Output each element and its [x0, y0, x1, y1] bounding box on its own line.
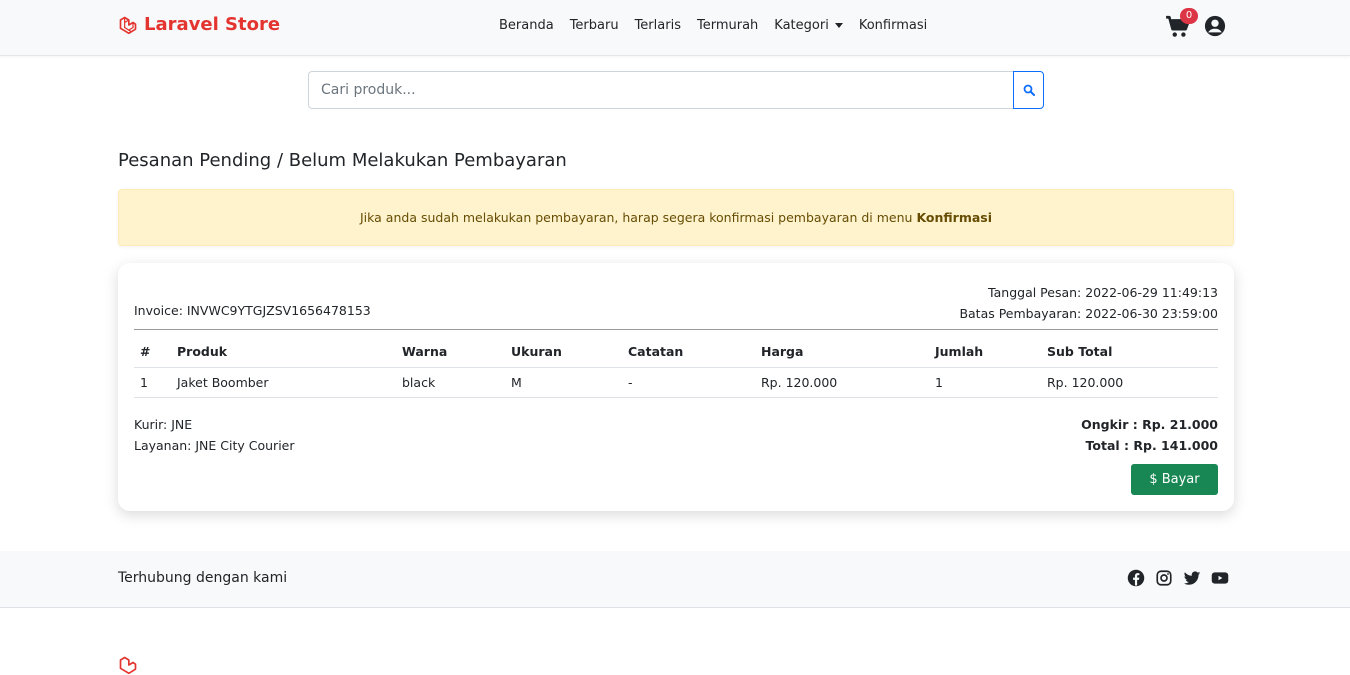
invoice-number: Invoice: INVWC9YTGJZSV1656478153: [134, 303, 371, 318]
col-produk: Produk: [171, 337, 396, 368]
dollar-icon: $: [1149, 472, 1158, 487]
cell-harga: Rp. 120.000: [755, 367, 929, 398]
laravel-logo-icon: [119, 16, 137, 34]
nav-termurah[interactable]: Termurah: [697, 18, 758, 33]
user-circle-icon[interactable]: [1204, 15, 1226, 37]
col-ukuran: Ukuran: [505, 337, 622, 368]
order-total: Total : Rp. 141.000: [1085, 438, 1218, 453]
nav-terlaris[interactable]: Terlaris: [635, 18, 681, 33]
nav-menu: Beranda Terbaru Terlaris Termurah Katego…: [499, 18, 927, 33]
social-links: [1127, 569, 1229, 587]
alert-konfirmasi-link[interactable]: Konfirmasi: [916, 210, 992, 225]
cell-subtotal: Rp. 120.000: [1041, 367, 1218, 398]
search-button[interactable]: [1013, 71, 1044, 109]
footer-contact-text: Terhubung dengan kami: [118, 570, 288, 586]
search-input[interactable]: [308, 71, 1013, 109]
nav-terbaru[interactable]: Terbaru: [570, 18, 619, 33]
courier-service: Layanan: JNE City Courier: [134, 438, 295, 453]
nav-beranda[interactable]: Beranda: [499, 18, 554, 33]
cell-number: 1: [134, 367, 171, 398]
shipping-info: Kurir: JNE Layanan: JNE City Courier: [134, 414, 295, 456]
cell-ukuran: M: [505, 367, 622, 398]
alert-text: Jika anda sudah melakukan pembayaran, ha…: [359, 210, 913, 225]
pay-button-label: Bayar: [1161, 472, 1200, 487]
brand-link[interactable]: Laravel Store: [118, 14, 280, 35]
order-card: Invoice: INVWC9YTGJZSV1656478153 Tanggal…: [118, 263, 1234, 511]
page-title: Pesanan Pending / Belum Melakukan Pembay…: [118, 150, 567, 171]
facebook-icon[interactable]: [1127, 569, 1145, 587]
laravel-logo-icon: [119, 656, 137, 675]
order-dates: Tanggal Pesan: 2022-06-29 11:49:13 Batas…: [959, 282, 1218, 324]
nav-kategori-label: Kategori: [774, 18, 829, 33]
col-number: #: [134, 337, 171, 368]
pay-button[interactable]: $ Bayar: [1131, 464, 1218, 495]
search-bar: [308, 71, 1044, 109]
nav-kategori-dropdown[interactable]: Kategori: [774, 18, 843, 33]
col-catatan: Catatan: [622, 337, 755, 368]
brand-name: Laravel Store: [144, 14, 281, 35]
instagram-icon[interactable]: [1155, 569, 1173, 587]
table-row: 1 Jaket Boomber black M - Rp. 120.000 1 …: [134, 367, 1218, 398]
cell-catatan: -: [622, 367, 755, 398]
shipping-cost: Ongkir : Rp. 21.000: [1081, 417, 1218, 432]
cell-warna: black: [396, 367, 505, 398]
youtube-icon[interactable]: [1211, 569, 1229, 587]
cell-produk: Jaket Boomber: [171, 367, 396, 398]
order-totals: Ongkir : Rp. 21.000 Total : Rp. 141.000: [1081, 414, 1218, 456]
payment-deadline: Batas Pembayaran: 2022-06-30 23:59:00: [959, 306, 1218, 321]
search-icon: [1023, 84, 1035, 96]
col-harga: Harga: [755, 337, 929, 368]
col-warna: Warna: [396, 337, 505, 368]
nav-konfirmasi[interactable]: Konfirmasi: [859, 18, 927, 33]
divider: [134, 329, 1218, 330]
order-items-table: # Produk Warna Ukuran Catatan Harga Juml…: [134, 337, 1218, 398]
table-header-row: # Produk Warna Ukuran Catatan Harga Juml…: [134, 337, 1218, 368]
courier: Kurir: JNE: [134, 417, 193, 432]
navbar: Laravel Store Beranda Terbaru Terlaris T…: [0, 0, 1350, 56]
caret-down-icon: [834, 23, 843, 28]
footer: Terhubung dengan kami: [0, 551, 1350, 608]
cell-jumlah: 1: [929, 367, 1041, 398]
twitter-icon[interactable]: [1183, 569, 1201, 587]
order-date: Tanggal Pesan: 2022-06-29 11:49:13: [988, 285, 1218, 300]
payment-alert: Jika anda sudah melakukan pembayaran, ha…: [118, 189, 1234, 246]
cart-count-badge: 0: [1180, 8, 1198, 24]
col-jumlah: Jumlah: [929, 337, 1041, 368]
col-subtotal: Sub Total: [1041, 337, 1218, 368]
